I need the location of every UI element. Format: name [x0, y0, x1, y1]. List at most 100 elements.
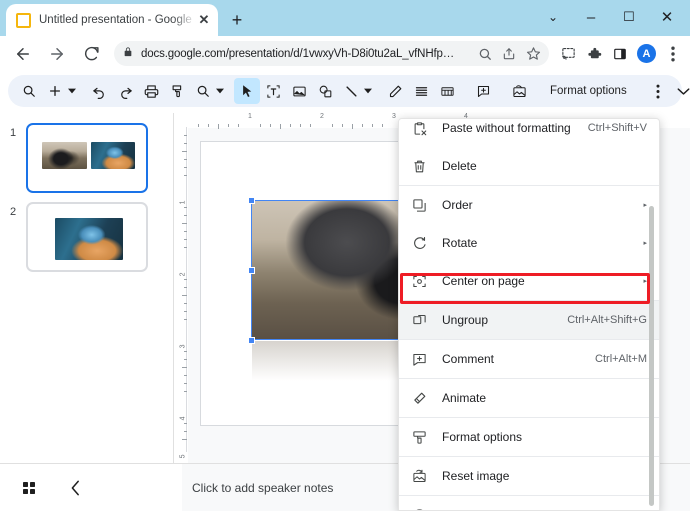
browser-title-bar: Untitled presentation - Google S ✕ + ⌄ –…	[0, 0, 690, 36]
vruler-number: 5	[179, 454, 187, 459]
slide-thumbnail-2-preview[interactable]	[26, 202, 148, 272]
menu-item-animate[interactable]: Animate	[399, 379, 659, 417]
slide-thumbnail-1[interactable]: 1	[0, 123, 174, 201]
undo-button[interactable]	[86, 78, 112, 104]
order-icon	[410, 196, 428, 214]
menu-item-add-to-theme[interactable]: Add to theme ▸	[399, 496, 659, 510]
hruler-number: 3	[392, 113, 396, 120]
paint-format-button[interactable]	[164, 78, 190, 104]
comment-icon	[410, 350, 428, 368]
collapse-toolbar-chevron-down-icon[interactable]	[671, 78, 690, 104]
line-dropdown-caret-down-icon[interactable]	[364, 78, 372, 104]
browser-window: Untitled presentation - Google S ✕ + ⌄ –…	[0, 0, 690, 511]
minimize-icon[interactable]: –	[572, 2, 610, 32]
puzzle-icon[interactable]	[581, 41, 607, 67]
tab-search-chevron-icon[interactable]: ⌄	[534, 2, 572, 32]
selection-handle-bottom-left[interactable]	[248, 337, 255, 344]
menu-item-label: Order	[442, 198, 473, 212]
slide-filmstrip[interactable]: 1 2	[0, 113, 174, 463]
search-icon[interactable]	[473, 43, 497, 65]
menu-item-format-options[interactable]: Format options	[399, 418, 659, 456]
browser-nav-bar: docs.google.com/presentation/d/1vwxyVh-D…	[0, 36, 690, 71]
redo-button[interactable]	[112, 78, 138, 104]
star-icon[interactable]	[521, 43, 545, 65]
vruler-number: 4	[179, 416, 187, 421]
more-options-vertical-dots-icon[interactable]	[645, 78, 671, 104]
zoom-dropdown-caret-down-icon[interactable]	[216, 78, 224, 104]
share-icon[interactable]	[497, 43, 521, 65]
new-slide-button[interactable]	[42, 78, 68, 104]
menu-item-label: Format options	[442, 430, 523, 444]
thumb1-image-camera	[42, 142, 87, 169]
back-icon[interactable]	[8, 39, 38, 69]
chevron-left-icon[interactable]	[60, 473, 90, 503]
text-box-button[interactable]	[260, 78, 286, 104]
menu-item-center-on-page[interactable]: Center on page ▸	[399, 262, 659, 300]
avatar[interactable]: A	[637, 44, 656, 63]
context-menu-scrollbar[interactable]	[649, 206, 654, 506]
tab-title: Untitled presentation - Google S	[39, 14, 196, 26]
submenu-arrow-icon: ▸	[643, 240, 647, 247]
submenu-arrow-icon: ▸	[643, 278, 647, 285]
menu-item-label: Paste without formatting	[442, 121, 571, 135]
select-tool-button[interactable]	[234, 78, 260, 104]
browser-actions: A	[555, 41, 690, 67]
new-tab-button[interactable]: +	[226, 9, 248, 31]
cast-icon[interactable]	[555, 41, 581, 67]
menu-item-label: Reset image	[442, 469, 510, 483]
thumb2-image-waterfall	[55, 218, 123, 260]
pen-button[interactable]	[382, 78, 408, 104]
rotate-icon	[410, 234, 428, 252]
grid-view-icon[interactable]	[14, 473, 44, 503]
text-align-button[interactable]	[408, 78, 434, 104]
slides-favicon	[16, 12, 31, 28]
browser-menu-icon[interactable]	[660, 41, 686, 67]
menu-item-label: Comment	[442, 352, 495, 366]
format-options-icon	[410, 428, 428, 446]
reset-image-button[interactable]	[506, 78, 532, 104]
shape-button[interactable]	[312, 78, 338, 104]
menu-item-label: Center on page	[442, 274, 525, 288]
tab-close-icon[interactable]: ✕	[196, 12, 212, 28]
menu-item-rotate[interactable]: Rotate ▸	[399, 224, 659, 262]
address-bar[interactable]: docs.google.com/presentation/d/1vwxyVh-D…	[114, 41, 549, 66]
menu-item-order[interactable]: Order ▸	[399, 186, 659, 224]
browser-tab[interactable]: Untitled presentation - Google S ✕	[6, 4, 218, 36]
format-options-button[interactable]: Format options	[542, 78, 635, 104]
search-button[interactable]	[16, 78, 42, 104]
forward-icon[interactable]	[42, 39, 72, 69]
animate-icon	[410, 389, 428, 407]
add-to-theme-icon	[410, 506, 428, 510]
trash-icon	[410, 157, 428, 175]
print-button[interactable]	[138, 78, 164, 104]
menu-item-shortcut: Ctrl+Alt+Shift+G	[567, 314, 647, 326]
zoom-button[interactable]	[190, 78, 216, 104]
menu-item-ungroup[interactable]: Ungroup Ctrl+Alt+Shift+G	[399, 301, 659, 339]
slide-thumbnail-2[interactable]: 2	[0, 202, 174, 280]
ungroup-icon	[410, 311, 428, 329]
reload-icon[interactable]	[76, 39, 106, 69]
insert-image-button[interactable]	[286, 78, 312, 104]
selection-handle-top-left[interactable]	[248, 197, 255, 204]
slide-number: 2	[9, 206, 17, 218]
reset-image-icon	[410, 467, 428, 485]
line-button[interactable]	[338, 78, 364, 104]
side-panel-icon[interactable]	[607, 41, 633, 67]
transition-button[interactable]	[434, 78, 460, 104]
hruler-number: 1	[248, 113, 252, 120]
context-menu[interactable]: Paste without formatting Ctrl+Shift+V De…	[398, 118, 660, 511]
slide-thumbnail-1-preview[interactable]	[26, 123, 148, 193]
vruler-number: 3	[179, 344, 187, 349]
menu-item-paste-without-formatting[interactable]: Paste without formatting Ctrl+Shift+V	[399, 119, 659, 147]
menu-item-delete[interactable]: Delete	[399, 147, 659, 185]
thumb1-image-waterfall	[91, 142, 135, 169]
speaker-notes-placeholder: Click to add speaker notes	[192, 481, 334, 495]
selection-handle-middle-left[interactable]	[248, 267, 255, 274]
maximize-icon[interactable]: ☐	[610, 2, 648, 32]
comment-button[interactable]	[470, 78, 496, 104]
close-window-icon[interactable]: ✕	[648, 2, 686, 32]
menu-item-comment[interactable]: Comment Ctrl+Alt+M	[399, 340, 659, 378]
new-slide-dropdown-caret-down-icon[interactable]	[68, 78, 76, 104]
menu-item-reset-image[interactable]: Reset image	[399, 457, 659, 495]
hruler-number: 2	[320, 113, 324, 120]
